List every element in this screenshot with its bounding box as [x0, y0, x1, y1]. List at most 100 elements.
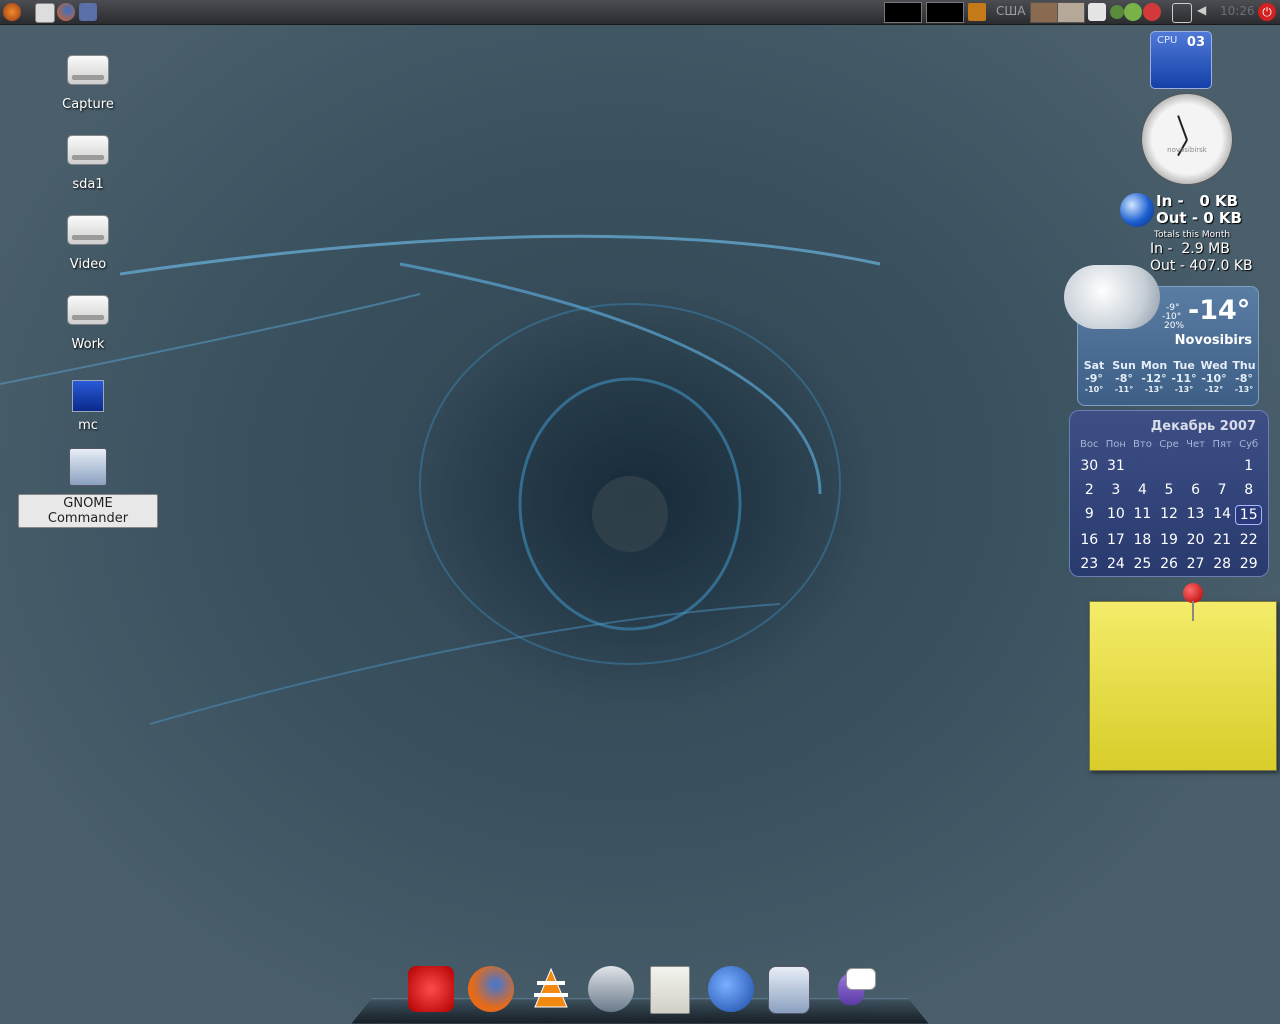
calendar-day[interactable]: 22 [1235, 531, 1262, 549]
desktop-icon-capture[interactable]: Capture [18, 55, 158, 112]
desktop-icon-work[interactable]: Work [18, 295, 158, 352]
calendar-weekdays: Вос Пон Вто Сре Чет Пят Суб [1076, 439, 1262, 450]
notification-icon[interactable] [1143, 3, 1161, 21]
calendar-day[interactable]: 13 [1182, 505, 1209, 523]
tv-icon[interactable] [408, 966, 454, 1012]
media-player-icon[interactable] [588, 966, 634, 1012]
show-desktop-icon[interactable] [79, 3, 97, 21]
calendar-day[interactable]: 2 [1076, 481, 1103, 499]
firefox-icon[interactable] [468, 966, 514, 1012]
pushpin-needle [1192, 601, 1194, 621]
weekday: Вто [1133, 439, 1152, 450]
calendar-day [1209, 457, 1236, 475]
vlc-cone [534, 967, 568, 1008]
network-graph [926, 2, 964, 23]
keyboard-layout[interactable]: США [996, 4, 1025, 18]
calendar-day[interactable]: 12 [1156, 505, 1183, 523]
calendar-day[interactable]: 1 [1235, 457, 1262, 475]
workspace-2[interactable] [1057, 2, 1085, 23]
calendar-day[interactable]: 25 [1129, 555, 1156, 573]
main-menu-icon[interactable] [3, 3, 21, 21]
net-totals-label: Totals this Month [1154, 230, 1231, 240]
forecast-day: Thu -8° -13° [1232, 359, 1256, 394]
calendar-day[interactable]: 9 [1076, 505, 1103, 523]
calendar-day[interactable]: 19 [1156, 531, 1183, 549]
calendar-day[interactable]: 15 [1235, 505, 1262, 525]
network-status-icon[interactable] [1110, 5, 1124, 19]
calendar-grid: 30 31 1 2 3 4 5 6 7 8 9 10 11 12 13 14 15 16 17 18 19 20 21 22 2… [1076, 457, 1262, 573]
calendar-day[interactable]: 14 [1209, 505, 1236, 523]
workspace-1[interactable] [1030, 2, 1058, 23]
calendar-day[interactable]: 21 [1209, 531, 1236, 549]
vlc-icon[interactable] [528, 966, 574, 1012]
net-out-now: Out - 0 KB [1156, 209, 1242, 227]
firefox-launcher-icon[interactable] [57, 3, 75, 21]
panel-clock[interactable]: 10:26 [1220, 4, 1255, 18]
calendar-day[interactable]: 4 [1129, 481, 1156, 499]
desktop-icon-label: Video [69, 257, 107, 272]
calendar-day [1156, 457, 1183, 475]
weekday: Пят [1212, 439, 1232, 450]
calendar-day[interactable]: 27 [1182, 555, 1209, 573]
drive-icon [67, 55, 109, 85]
calendar-day[interactable]: 5 [1156, 481, 1183, 499]
calendar-day[interactable]: 11 [1129, 505, 1156, 523]
top-panel: США ◀ 10:26 ⏻ [0, 0, 1280, 25]
calendar-day[interactable]: 23 [1076, 555, 1103, 573]
gnome-commander-dock-icon[interactable] [768, 966, 810, 1014]
sticky-note[interactable] [1089, 601, 1277, 771]
calendar-day[interactable]: 17 [1103, 531, 1130, 549]
calendar-day[interactable]: 10 [1103, 505, 1130, 523]
clock-city: novosibirsk [1167, 146, 1207, 154]
weather-widget: -9° -10° 20% -14° Novosibirs Sat -9° -10° … [1064, 265, 1259, 406]
cpu-graph [884, 2, 922, 23]
forecast-day: Wed -10° -12° [1200, 359, 1228, 394]
desktop-icon-label: GNOME Commander [18, 494, 158, 528]
desktop-icon-gnome-commander[interactable]: GNOME Commander [18, 448, 158, 528]
cpu-widget: CPU 03 [1150, 31, 1212, 89]
terminal-launcher-icon[interactable] [35, 3, 55, 23]
calendar-day[interactable]: 26 [1156, 555, 1183, 573]
image-viewer-icon[interactable] [650, 966, 690, 1014]
calendar-day [1129, 457, 1156, 475]
weekday: Чет [1186, 439, 1205, 450]
calendar-day[interactable]: 30 [1076, 457, 1103, 475]
calendar-title: Декабрь 2007 [1150, 419, 1256, 434]
calendar-day[interactable]: 31 [1103, 457, 1130, 475]
net-in-total: In - 2.9 MB [1150, 241, 1230, 257]
calendar-day[interactable]: 7 [1209, 481, 1236, 499]
volume-icon[interactable]: ◀ [1197, 3, 1215, 21]
calendar-day[interactable]: 6 [1182, 481, 1209, 499]
desktop-icon-label: Work [71, 337, 105, 352]
trash-icon[interactable] [1088, 3, 1106, 21]
calendar-day[interactable]: 8 [1235, 481, 1262, 499]
weather-humidity: 20% [1164, 321, 1185, 331]
update-icon[interactable] [1124, 3, 1142, 21]
window-list-icon[interactable] [1172, 3, 1192, 23]
weekday: Пон [1105, 439, 1126, 450]
weekday: Сре [1159, 439, 1179, 450]
thunderbird-icon[interactable] [708, 966, 754, 1012]
keyboard-icon[interactable] [968, 3, 986, 21]
calendar-day[interactable]: 29 [1235, 555, 1262, 573]
calendar-widget: Декабрь 2007 Вос Пон Вто Сре Чет Пят Суб… [1069, 410, 1269, 577]
mc-icon [72, 380, 104, 412]
calendar-day[interactable]: 3 [1103, 481, 1130, 499]
weekday: Вос [1080, 439, 1099, 450]
calendar-day[interactable]: 20 [1182, 531, 1209, 549]
gnome-commander-icon [69, 448, 107, 486]
calendar-day [1182, 457, 1209, 475]
desktop-icon-label: sda1 [72, 177, 104, 192]
pidgin-icon[interactable] [828, 966, 876, 1012]
desktop-icon-mc[interactable]: mc [18, 380, 158, 433]
calendar-day[interactable]: 16 [1076, 531, 1103, 549]
weather-city: Novosibirs [1174, 333, 1252, 348]
power-icon[interactable]: ⏻ [1258, 3, 1276, 21]
desktop-icon-label: Capture [62, 97, 114, 112]
snow-cloud-icon [1064, 265, 1160, 329]
calendar-day[interactable]: 24 [1103, 555, 1130, 573]
calendar-day[interactable]: 18 [1129, 531, 1156, 549]
desktop-icon-video[interactable]: Video [18, 215, 158, 272]
calendar-day[interactable]: 28 [1209, 555, 1236, 573]
desktop-icon-sda1[interactable]: sda1 [18, 135, 158, 192]
